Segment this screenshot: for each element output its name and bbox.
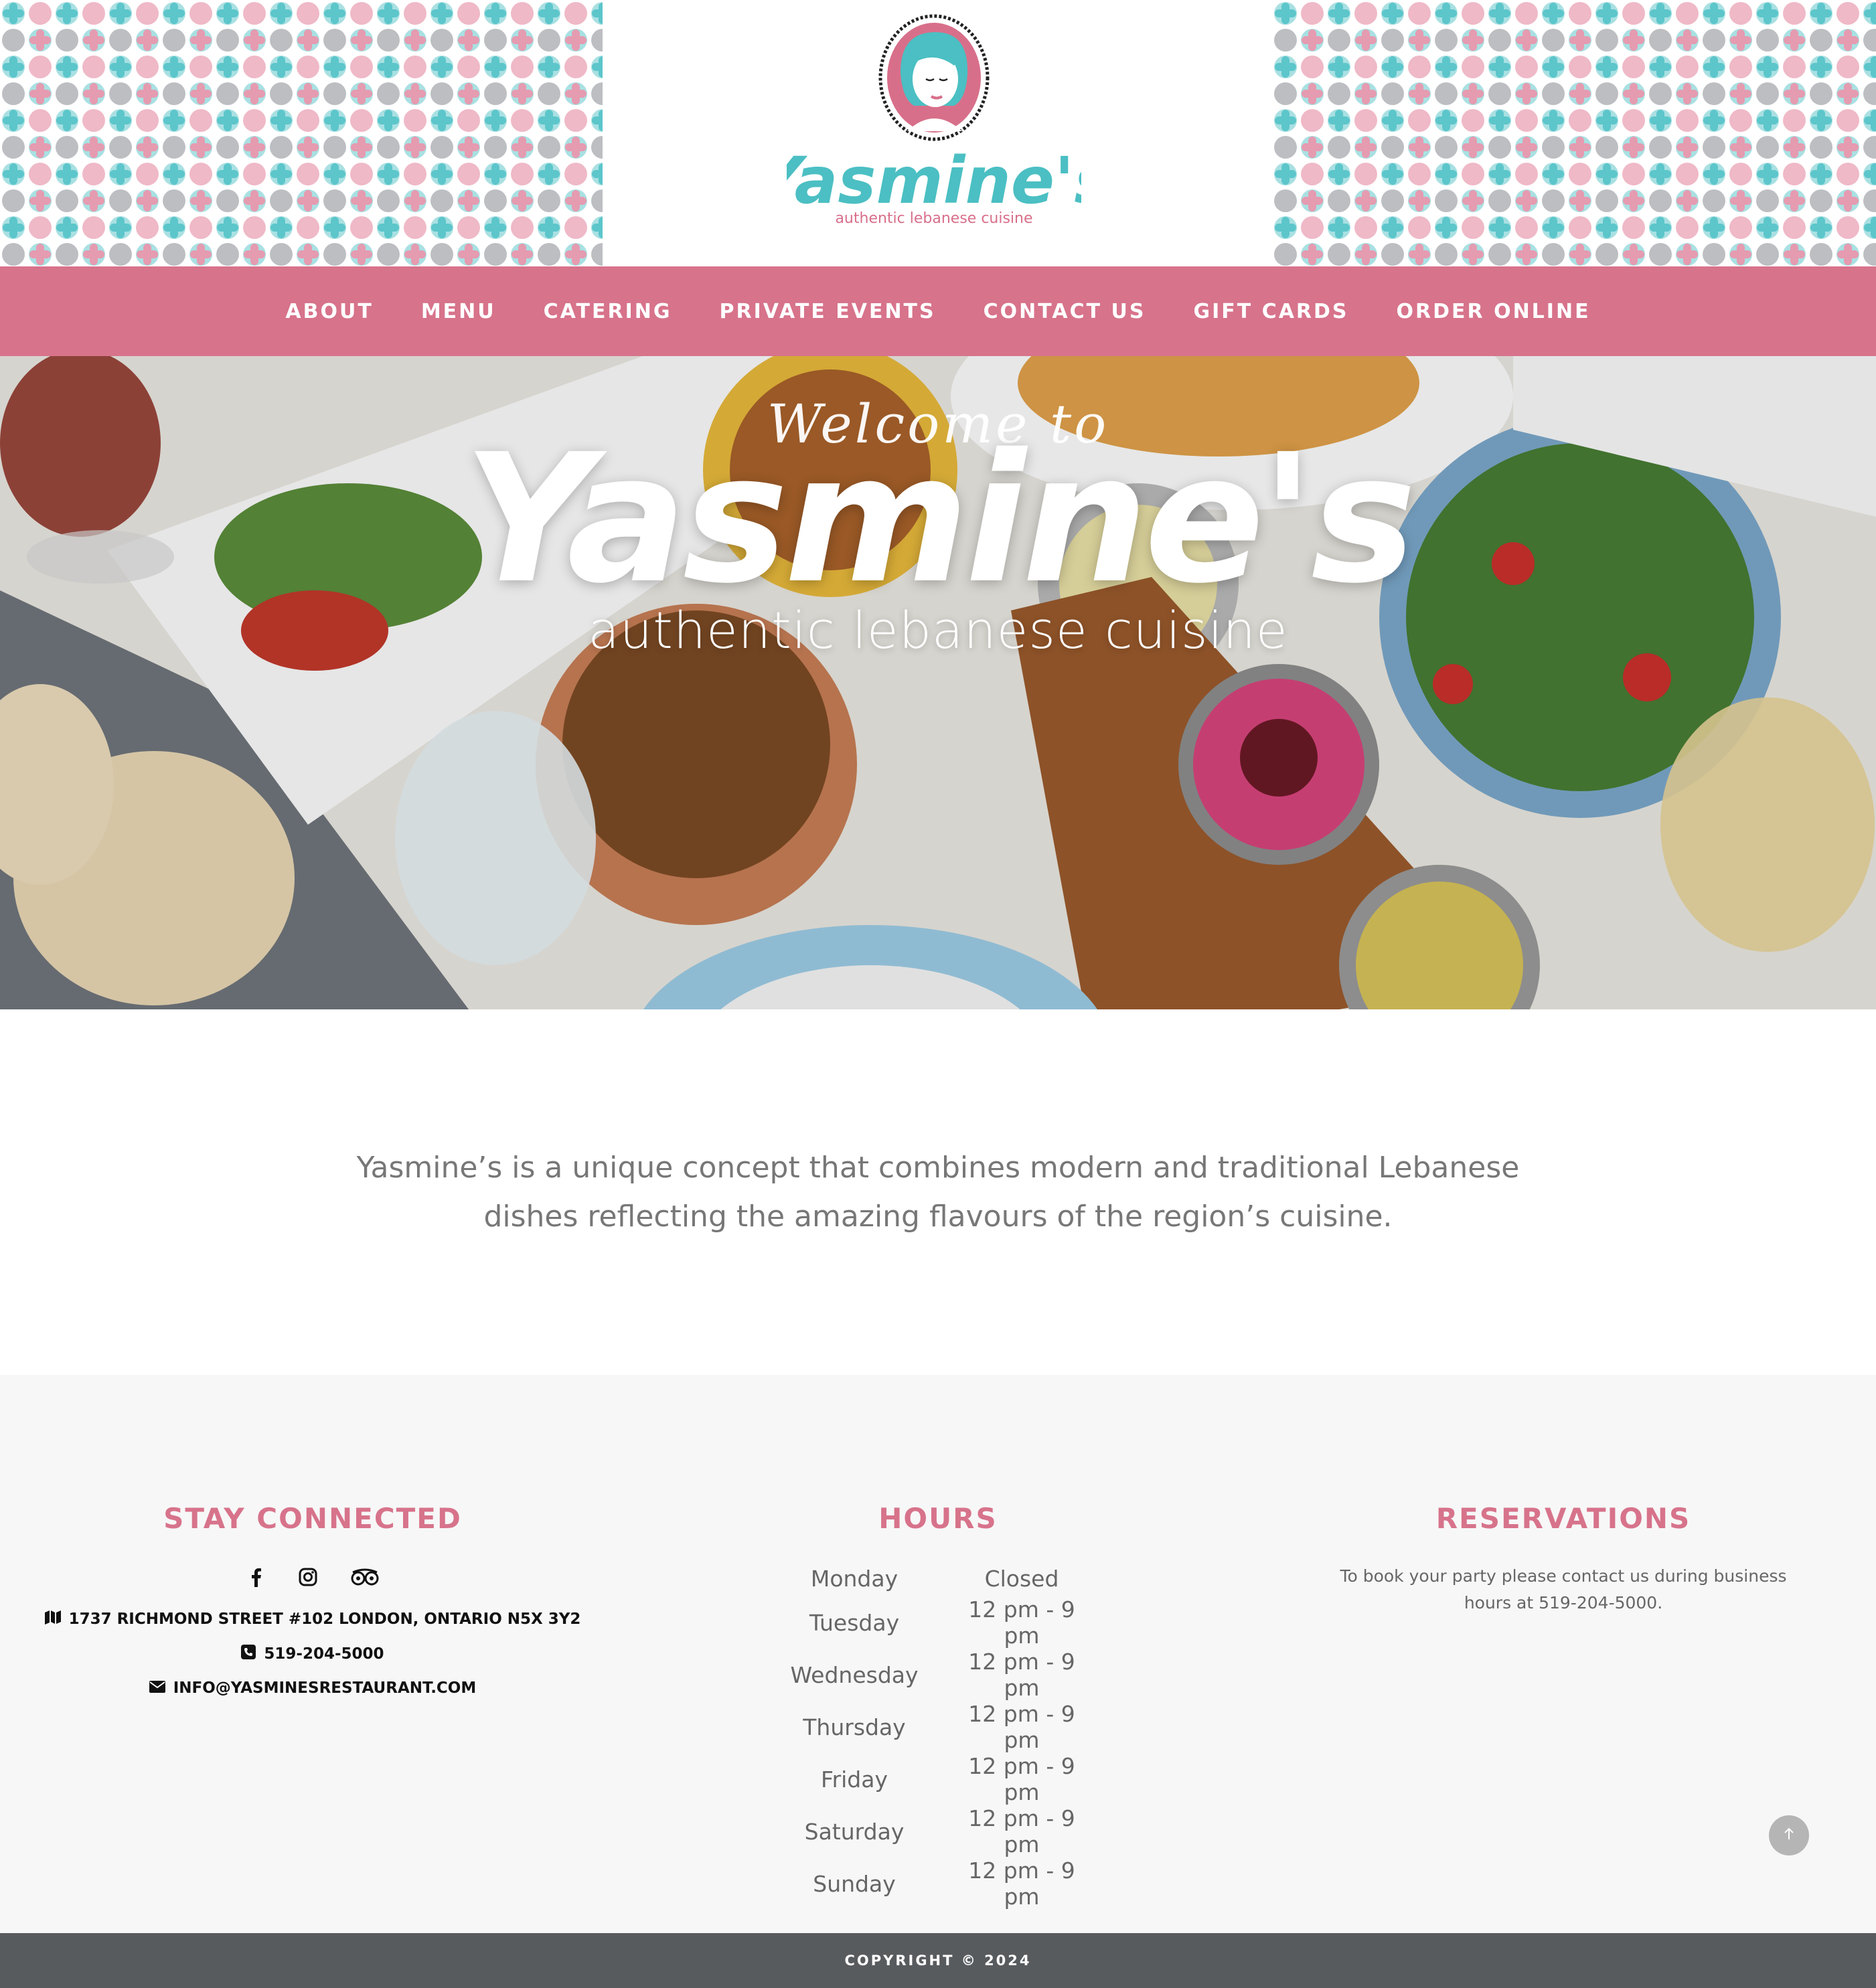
reservations-heading: RESERVATIONS [1435, 1502, 1691, 1535]
logo-graphic: Yasmine's authentic lebanese cuisine [756, 14, 1112, 227]
hours-day: Saturday [804, 1818, 905, 1845]
hours-row: Sunday 12 pm - 9 pm [771, 1857, 1105, 1910]
hours-time: 12 pm - 9 pm [968, 1805, 1075, 1857]
phone-line: 519-204-5000 [0, 1645, 625, 1663]
phone-icon [241, 1645, 256, 1663]
hero-title: Yasmine's [463, 416, 1416, 623]
hours-time: 12 pm - 9 pm [968, 1701, 1075, 1753]
hours-time: 12 pm - 9 pm [968, 1596, 1075, 1649]
intro-text: Yasmine’s is a unique concept that combi… [356, 1151, 1520, 1234]
hours-row: Friday 12 pm - 9 pm [771, 1753, 1105, 1805]
decorative-pattern-left [0, 0, 603, 266]
arrow-up-icon [1784, 1827, 1794, 1843]
stay-connected-heading: STAY CONNECTED [163, 1502, 462, 1535]
hours-time: 12 pm - 9 pm [968, 1753, 1075, 1805]
nav-order-online[interactable]: ORDER ONLINE [1397, 300, 1591, 323]
decorative-pattern-right [1272, 0, 1876, 266]
email-line: INFO@YASMINESRESTAURANT.COM [0, 1679, 625, 1697]
map-icon [44, 1610, 61, 1629]
site-header: Yasmine's authentic lebanese cuisine [0, 0, 1876, 266]
nav-private-events[interactable]: PRIVATE EVENTS [720, 300, 936, 323]
nav-menu[interactable]: MENU [421, 300, 496, 323]
main-nav: ABOUT MENU CATERING PRIVATE EVENTS CONTA… [0, 266, 1876, 356]
hours-row: Thursday 12 pm - 9 pm [771, 1701, 1105, 1753]
hours-row: Wednesday 12 pm - 9 pm [771, 1649, 1105, 1701]
hours-day: Tuesday [809, 1609, 900, 1636]
back-to-top-button[interactable] [1769, 1815, 1809, 1855]
hours-day: Sunday [813, 1870, 896, 1897]
nav-gift-cards[interactable]: GIFT CARDS [1194, 300, 1349, 323]
facebook-icon[interactable] [246, 1567, 266, 1587]
hours-time: 12 pm - 9 pm [968, 1649, 1075, 1701]
logo-wordmark: Yasmine's [787, 143, 1081, 218]
hours-table: Monday Closed Tuesday 12 pm - 9 pm Wednesd… [771, 1560, 1105, 1910]
nav-catering[interactable]: CATERING [544, 300, 672, 323]
intro-section: Yasmine’s is a unique concept that combi… [0, 1009, 1876, 1375]
hours-day: Wednesday [790, 1661, 919, 1688]
info-section: STAY CONNECTED 1737 RICHMOND STREET #102… [0, 1375, 1876, 1933]
hours-row: Tuesday 12 pm - 9 pm [771, 1596, 1105, 1649]
social-links [0, 1567, 625, 1587]
hours-column: HOURS Monday Closed Tuesday 12 pm - 9 pm W… [625, 1502, 1251, 1910]
hours-row: Saturday 12 pm - 9 pm [771, 1805, 1105, 1857]
hours-heading: HOURS [878, 1502, 998, 1535]
reservations-text: To book your party please contact us dur… [1340, 1566, 1787, 1612]
address-line: 1737 RICHMOND STREET #102 LONDON, ONTARI… [0, 1610, 625, 1629]
hours-day: Friday [820, 1766, 888, 1793]
hours-day: Monday [810, 1565, 898, 1592]
email-link[interactable]: INFO@YASMINESRESTAURANT.COM [173, 1679, 477, 1697]
envelope-icon [149, 1679, 165, 1697]
logo-tagline: authentic lebanese cuisine [835, 210, 1032, 227]
nav-contact-us[interactable]: CONTACT US [984, 300, 1146, 323]
address-link[interactable]: 1737 RICHMOND STREET #102 LONDON, ONTARI… [69, 1610, 581, 1628]
instagram-icon[interactable] [298, 1567, 318, 1587]
brand-logo[interactable]: Yasmine's authentic lebanese cuisine [756, 12, 1112, 233]
hours-row: Monday Closed [771, 1560, 1105, 1596]
nav-about[interactable]: ABOUT [285, 300, 373, 323]
tripadvisor-icon[interactable] [350, 1567, 380, 1587]
hours-time: Closed [984, 1565, 1059, 1592]
site-footer: COPYRIGHT © 2024 [0, 1933, 1876, 1988]
copyright-text: COPYRIGHT © 2024 [844, 1953, 1032, 1969]
hero-subtitle: authentic lebanese cuisine [588, 600, 1288, 660]
reservations-column: RESERVATIONS To book your party please c… [1251, 1502, 1876, 1617]
phone-link[interactable]: 519-204-5000 [264, 1645, 384, 1663]
hero-banner: Welcome to Yasmine's authentic lebanese … [0, 356, 1876, 1009]
hours-day: Thursday [803, 1714, 906, 1740]
stay-connected-column: STAY CONNECTED 1737 RICHMOND STREET #102… [0, 1502, 625, 1697]
hours-time: 12 pm - 9 pm [968, 1857, 1075, 1910]
